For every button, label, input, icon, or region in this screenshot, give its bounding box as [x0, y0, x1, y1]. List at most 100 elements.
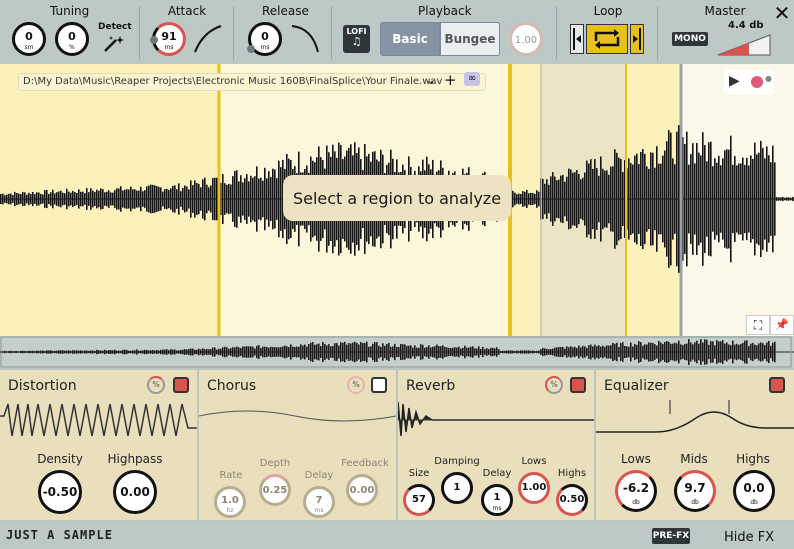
- hide-fx-label: Hide FX: [724, 530, 775, 545]
- separator: [331, 6, 332, 60]
- reverb-highs-knob[interactable]: 0.50: [556, 484, 588, 516]
- equalizer-enable-checkbox[interactable]: [769, 377, 785, 393]
- rate-label: Rate: [219, 470, 243, 481]
- detect-label: Detect: [98, 22, 132, 32]
- eq-lows-label: Lows: [621, 452, 651, 466]
- eq-lows-knob[interactable]: -6.2 db: [615, 470, 657, 512]
- fullscreen-icon[interactable]: ⛶: [746, 315, 770, 335]
- eq-lows-value: -6.2: [622, 481, 650, 495]
- waveform-view[interactable]: D:\My Data\Music\Reaper Projects\Electro…: [0, 64, 794, 336]
- delay-label: Delay: [304, 470, 334, 481]
- release-value: 0: [261, 30, 269, 43]
- reverb-impulse: [398, 401, 594, 437]
- loop-icon: [594, 29, 620, 49]
- eq-curve: [596, 400, 794, 433]
- analyze-hint: Select a region to analyze: [283, 175, 511, 221]
- tuning-semitone-unit: sm: [24, 44, 34, 51]
- chorus-enable-checkbox[interactable]: [371, 377, 387, 393]
- reverb-lows-value: 1.00: [521, 482, 547, 493]
- chorus-mix-knob[interactable]: %: [347, 376, 365, 394]
- damping-value: 1: [453, 482, 461, 493]
- reverb-title: Reverb: [406, 378, 456, 394]
- distortion-enable-checkbox[interactable]: [173, 377, 189, 393]
- mode-basic-button[interactable]: Basic: [380, 22, 440, 56]
- prefx-button[interactable]: PRE-FX: [652, 528, 690, 544]
- master-gain-value: 4.4 db: [728, 20, 764, 31]
- playback-rate-knob[interactable]: 1.00: [509, 22, 543, 56]
- tuning-cents-knob[interactable]: 0 %: [55, 22, 89, 56]
- reverb-panel: Reverb % Size 57 Damping 1 Delay 1 ms Lo…: [398, 370, 594, 520]
- attack-curve-icon[interactable]: [193, 24, 223, 54]
- waveform-overview[interactable]: [0, 336, 794, 368]
- close-icon[interactable]: ✕: [772, 2, 792, 24]
- reverb-enable-checkbox[interactable]: [570, 377, 586, 393]
- master-gain-slider[interactable]: [716, 33, 772, 57]
- release-unit: ms: [260, 44, 270, 51]
- delay-knob[interactable]: 7 ms: [303, 486, 335, 518]
- record-options-icon[interactable]: ●: [765, 74, 772, 83]
- file-path-field[interactable]: D:\My Data\Music\Reaper Projects\Electro…: [18, 73, 486, 91]
- add-icon[interactable]: +: [444, 71, 457, 89]
- loop-end-icon: [633, 28, 641, 50]
- magic-wand-icon: [104, 36, 124, 52]
- separator: [657, 6, 658, 60]
- reverb-highs-label: Highs: [557, 468, 587, 479]
- eq-mids-value: 9.7: [684, 481, 706, 495]
- release-title: Release: [262, 4, 309, 18]
- record-icon[interactable]: [751, 76, 763, 88]
- damping-label: Damping: [434, 456, 480, 467]
- bottom-bar: JUST A SAMPLE PRE-FX Hide FX ⌄: [0, 522, 794, 549]
- music-note-icon: ♫: [351, 35, 362, 48]
- hide-fx-button[interactable]: Hide FX ⌄: [724, 526, 792, 546]
- reverb-delay-unit: ms: [492, 505, 502, 512]
- pin-icon[interactable]: 📌: [770, 315, 794, 335]
- eq-highs-knob[interactable]: 0.0 db: [733, 470, 775, 512]
- attack-knob[interactable]: 91 ms: [150, 22, 186, 56]
- chevron-down-icon[interactable]: ⌄: [426, 73, 436, 87]
- density-knob[interactable]: -0.50: [38, 470, 82, 514]
- depth-label: Depth: [259, 458, 291, 469]
- detect-button[interactable]: Detect: [98, 22, 132, 54]
- top-toolbar: Tuning 0 sm 0 % Detect Attack 91 ms Rele…: [0, 0, 794, 64]
- release-curve-icon[interactable]: [290, 24, 320, 54]
- depth-value: 0.25: [262, 485, 288, 496]
- reverb-delay-value: 1: [493, 492, 501, 503]
- brand-logo: JUST A SAMPLE: [6, 528, 113, 542]
- rate-knob[interactable]: 1.0 hz: [214, 486, 246, 518]
- damping-knob[interactable]: 1: [441, 472, 473, 504]
- distortion-title: Distortion: [8, 378, 77, 394]
- eq-lows-unit: db: [632, 499, 640, 506]
- equalizer-title: Equalizer: [604, 378, 669, 394]
- play-icon[interactable]: ▶: [729, 73, 740, 89]
- tuning-title: Tuning: [50, 4, 90, 18]
- distortion-panel: Distortion % Density -0.50 Highpass 0.00: [0, 370, 197, 520]
- mono-button[interactable]: MONO: [672, 32, 708, 46]
- density-label: Density: [37, 452, 83, 466]
- lofi-button[interactable]: LOFI ♫: [343, 25, 370, 53]
- distortion-waveshape: [0, 403, 197, 437]
- release-knob[interactable]: 0 ms: [247, 22, 282, 56]
- eq-highs-label: Highs: [736, 452, 770, 466]
- feedback-knob[interactable]: 0.00: [346, 474, 378, 506]
- feedback-value: 0.00: [349, 485, 375, 496]
- eq-mids-knob[interactable]: 9.7 db: [674, 470, 716, 512]
- tuning-semitone-knob[interactable]: 0 sm: [12, 22, 46, 56]
- depth-knob[interactable]: 0.25: [259, 474, 291, 506]
- loop-start-icon: [573, 28, 581, 50]
- mode-bungee-button[interactable]: Bungee: [440, 22, 500, 56]
- reverb-delay-knob[interactable]: 1 ms: [481, 484, 513, 516]
- equalizer-panel: Equalizer Lows -6.2 db Mids 9.7 db Highs…: [596, 370, 794, 520]
- loop-start-button[interactable]: [570, 24, 584, 54]
- loop-toggle-button[interactable]: [586, 24, 628, 54]
- loop-end-button[interactable]: [630, 24, 644, 54]
- highpass-knob[interactable]: 0.00: [113, 470, 157, 514]
- distortion-mix-knob[interactable]: %: [147, 376, 165, 394]
- separator: [233, 6, 234, 60]
- reverb-lows-knob[interactable]: 1.00: [518, 472, 550, 504]
- highpass-value: 0.00: [120, 485, 150, 499]
- rate-value: 1.0: [221, 495, 239, 506]
- size-knob[interactable]: 57: [403, 484, 435, 516]
- link-icon[interactable]: ∞: [464, 72, 480, 86]
- reverb-mix-knob[interactable]: %: [545, 376, 563, 394]
- highpass-label: Highpass: [107, 452, 163, 466]
